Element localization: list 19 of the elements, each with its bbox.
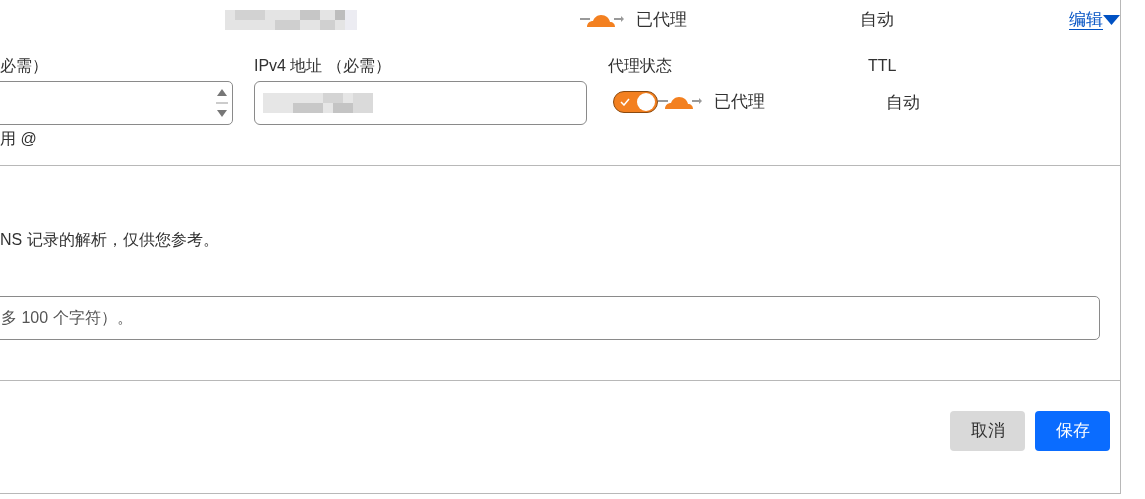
field-label: 必需） <box>0 56 49 76</box>
field-label: IPv4 地址 （必需） <box>254 56 392 76</box>
ttl-value: 自动 <box>860 10 894 30</box>
field-label: TTL <box>868 56 898 76</box>
comment-input-field[interactable]: 多 100 个字符）。 <box>0 296 1100 340</box>
info-text: NS 记录的解析，仅供您参考。 <box>0 231 219 248</box>
ipv4-input-field[interactable] <box>254 81 587 125</box>
check-icon <box>620 97 630 106</box>
proxy-toggle[interactable] <box>613 90 658 113</box>
field-hint: 用 @ <box>0 129 38 149</box>
save-button[interactable]: 保存 <box>1035 411 1110 451</box>
caret-icon <box>1103 14 1120 26</box>
proxy-status-text: 已代理 <box>714 91 765 113</box>
number-input-field[interactable] <box>0 81 233 125</box>
edit-link[interactable]: 编辑 <box>1069 7 1120 33</box>
proxy-status-text: 已代理 <box>635 9 687 32</box>
ttl-value: 自动 <box>886 92 920 114</box>
cancel-button[interactable]: 取消 <box>950 411 1025 451</box>
field-label: 代理状态 <box>608 56 673 76</box>
